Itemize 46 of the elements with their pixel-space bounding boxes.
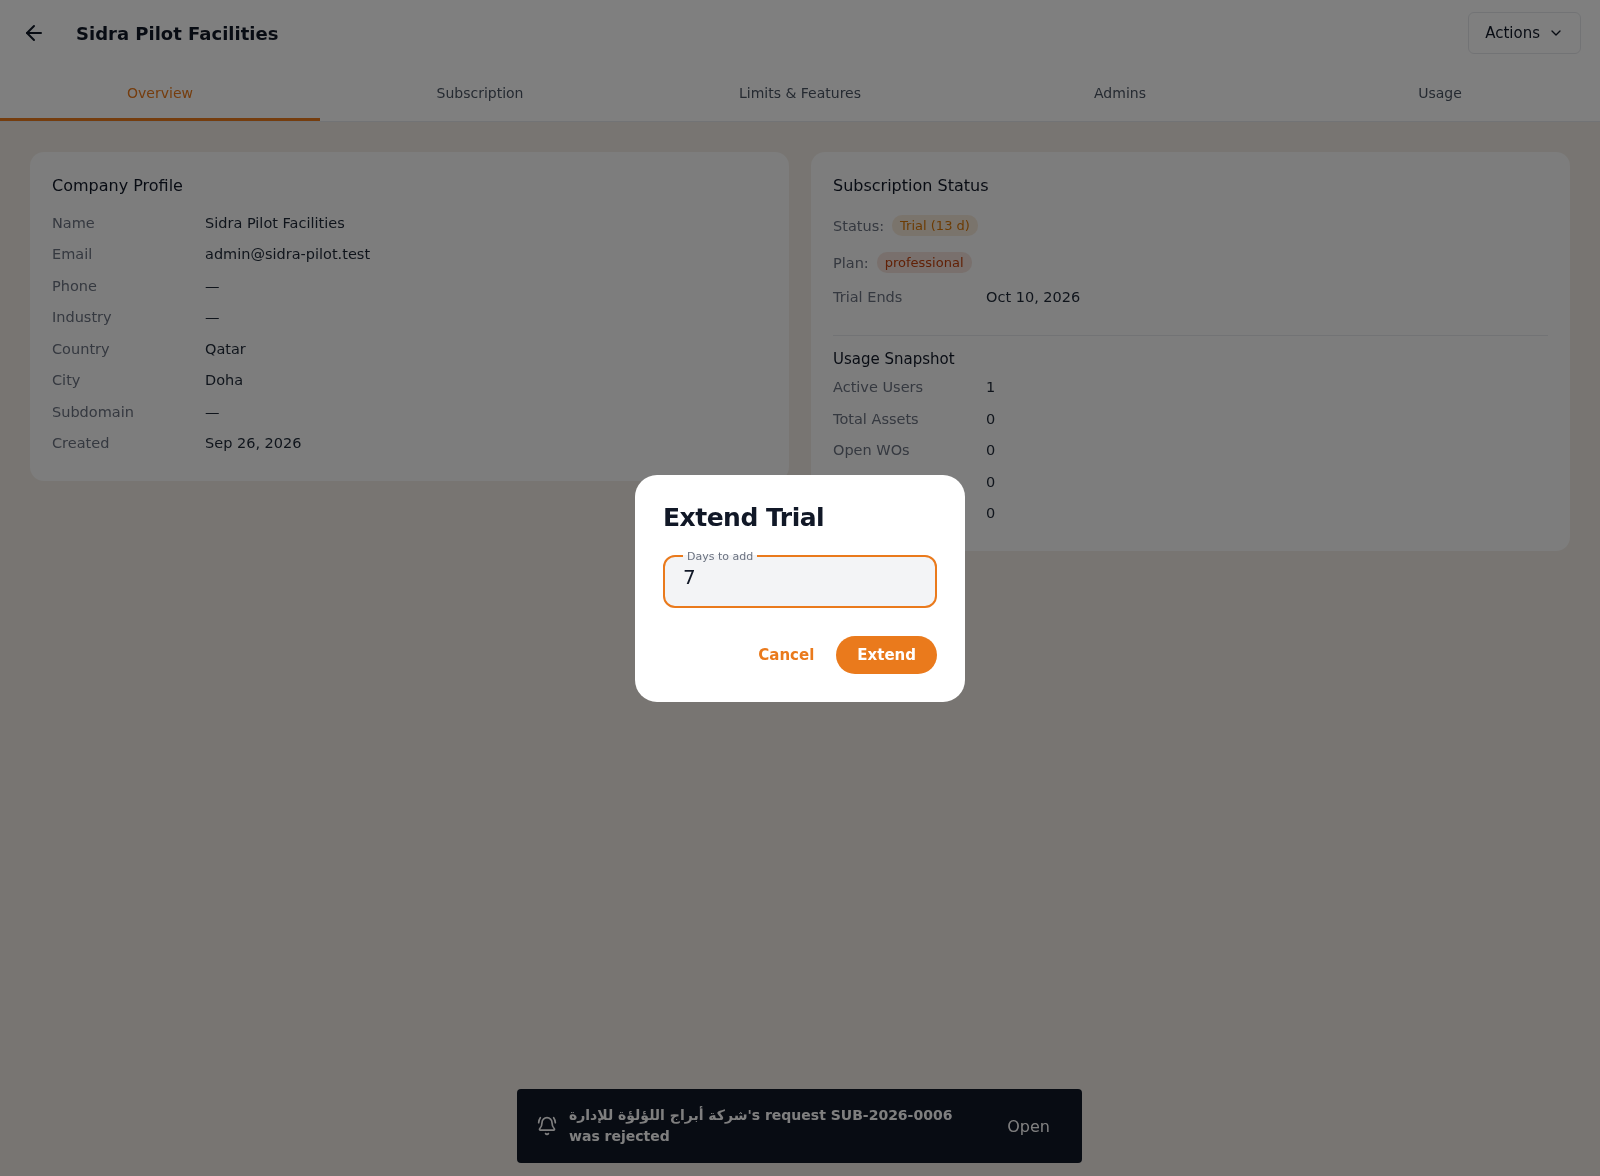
- field-value: Sep 26, 2026: [205, 435, 303, 452]
- field-value: 0: [986, 442, 997, 459]
- field-value: 1: [986, 379, 997, 396]
- days-field[interactable]: Days to add 7: [663, 549, 937, 608]
- toast-message: شركة أبراج اللؤلؤة للإدارة's request SUB-2026-0006 was rejected: [569, 1105, 954, 1146]
- field-label: Country: [52, 340, 111, 357]
- field-label: Trial Ends: [833, 288, 904, 305]
- page-title: Sidra Pilot Facilities: [76, 22, 280, 44]
- field-value: —: [205, 403, 221, 420]
- field-value: Doha: [205, 372, 245, 389]
- actions-button[interactable]: Actions: [1468, 12, 1581, 54]
- field-label: Email: [52, 246, 94, 263]
- days-input[interactable]: 7: [683, 564, 917, 589]
- field-value: Oct 10, 2026: [986, 288, 1082, 305]
- field-value: 0: [986, 505, 997, 522]
- field-label: Plan:: [833, 254, 869, 271]
- section-title: Usage Snapshot: [833, 349, 956, 368]
- field-label: Phone: [52, 277, 98, 294]
- field-label: Total Assets: [833, 410, 920, 427]
- field-label: Name: [52, 214, 96, 231]
- bell-icon: [537, 1116, 557, 1136]
- open-button[interactable]: Open: [1001, 1115, 1056, 1137]
- field-value: 0: [986, 473, 997, 490]
- field-label: Days to add: [686, 549, 755, 563]
- field-label: Active Users: [833, 379, 925, 396]
- field-value: admin@sidra-pilot.test: [205, 246, 372, 263]
- field-value: —: [205, 309, 221, 326]
- field-value: Sidra Pilot Facilities: [205, 214, 346, 231]
- tab[interactable]: Limits & Features: [640, 66, 960, 121]
- tab[interactable]: Admins: [960, 66, 1280, 121]
- field-value: —: [205, 277, 221, 294]
- field-label: Created: [52, 435, 111, 452]
- tab[interactable]: Usage: [1280, 66, 1600, 121]
- dialog-title: Extend Trial: [663, 502, 826, 532]
- cancel-button[interactable]: Cancel: [758, 635, 815, 674]
- card-title: Company Profile: [52, 176, 184, 195]
- card-title: Subscription Status: [833, 176, 990, 195]
- tab[interactable]: Subscription: [320, 66, 640, 121]
- extend-button[interactable]: Extend: [836, 635, 937, 674]
- field-label: Industry: [52, 309, 113, 326]
- field-label: City: [52, 372, 82, 389]
- field-label: Open WOs: [833, 442, 911, 459]
- field-label: Subdomain: [52, 403, 135, 420]
- field-label: Status:: [833, 217, 885, 234]
- field-value: 0: [986, 410, 997, 427]
- field-value: Qatar: [205, 340, 247, 357]
